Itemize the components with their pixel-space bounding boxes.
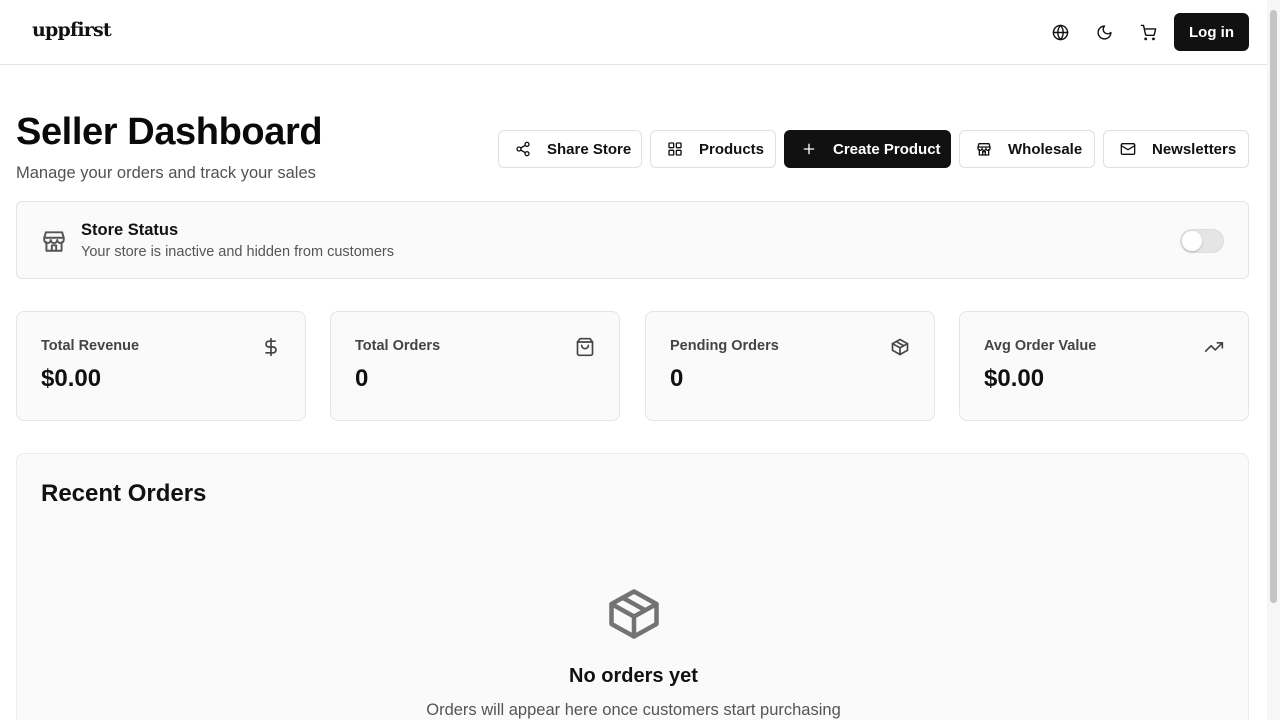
stat-label: Total Orders	[355, 338, 441, 354]
stat-card-pending-orders: Pending Orders 0	[645, 311, 935, 421]
toggle-knob	[1182, 231, 1202, 251]
stat-card-total-revenue: Total Revenue $0.00	[16, 311, 306, 421]
top-nav: uppfirst Log in	[0, 0, 1267, 65]
store-icon	[41, 228, 67, 254]
globe-icon[interactable]	[1044, 16, 1076, 48]
empty-state-description: Orders will appear here once customers s…	[426, 701, 841, 719]
create-product-label: Create Product	[833, 140, 941, 158]
wholesale-label: Wholesale	[1008, 140, 1083, 158]
plus-icon	[801, 141, 817, 157]
cart-icon[interactable]	[1132, 16, 1164, 48]
stat-label: Avg Order Value	[984, 338, 1097, 354]
page-subtitle: Manage your orders and track your sales	[16, 164, 316, 182]
package-icon	[604, 584, 664, 644]
products-button[interactable]: Products	[650, 130, 776, 168]
store-status-card: Store Status Your store is inactive and …	[16, 201, 1249, 279]
dollar-icon	[261, 337, 281, 357]
scrollbar-thumb[interactable]	[1270, 10, 1277, 603]
store-status-toggle[interactable]	[1180, 229, 1224, 253]
moon-icon[interactable]	[1088, 16, 1120, 48]
stat-label: Total Revenue	[41, 338, 140, 354]
stat-value: 0	[355, 365, 369, 392]
store-status-title: Store Status	[81, 221, 179, 239]
stat-value: $0.00	[984, 365, 1045, 392]
create-product-button[interactable]: Create Product	[784, 130, 951, 168]
package-icon	[890, 337, 910, 357]
empty-state-title: No orders yet	[569, 665, 698, 687]
store-status-description: Your store is inactive and hidden from c…	[81, 244, 394, 260]
stat-value: $0.00	[41, 365, 102, 392]
grid-icon	[667, 141, 683, 157]
logo[interactable]: uppfirst	[32, 19, 112, 41]
trending-up-icon	[1204, 337, 1224, 357]
recent-orders-card: Recent Orders No orders yet Orders will …	[16, 453, 1249, 720]
vertical-scrollbar[interactable]	[1267, 0, 1280, 720]
newsletters-label: Newsletters	[1152, 140, 1237, 158]
login-button[interactable]: Log in	[1174, 13, 1249, 51]
newsletters-button[interactable]: Newsletters	[1103, 130, 1249, 168]
stat-label: Pending Orders	[670, 338, 779, 354]
stat-card-total-orders: Total Orders 0	[330, 311, 620, 421]
products-label: Products	[699, 140, 765, 158]
page-title: Seller Dashboard	[16, 111, 323, 153]
share-store-button[interactable]: Share Store	[498, 130, 642, 168]
wholesale-button[interactable]: Wholesale	[959, 130, 1095, 168]
page: uppfirst Log in Seller Dashboard Manage …	[0, 0, 1280, 720]
mail-icon	[1120, 141, 1136, 157]
recent-orders-title: Recent Orders	[41, 480, 207, 507]
stat-card-avg-order-value: Avg Order Value $0.00	[959, 311, 1249, 421]
shopping-bag-icon	[575, 337, 595, 357]
stat-value: 0	[670, 365, 684, 392]
share-store-label: Share Store	[547, 140, 632, 158]
store-icon	[976, 141, 992, 157]
share-icon	[515, 141, 531, 157]
